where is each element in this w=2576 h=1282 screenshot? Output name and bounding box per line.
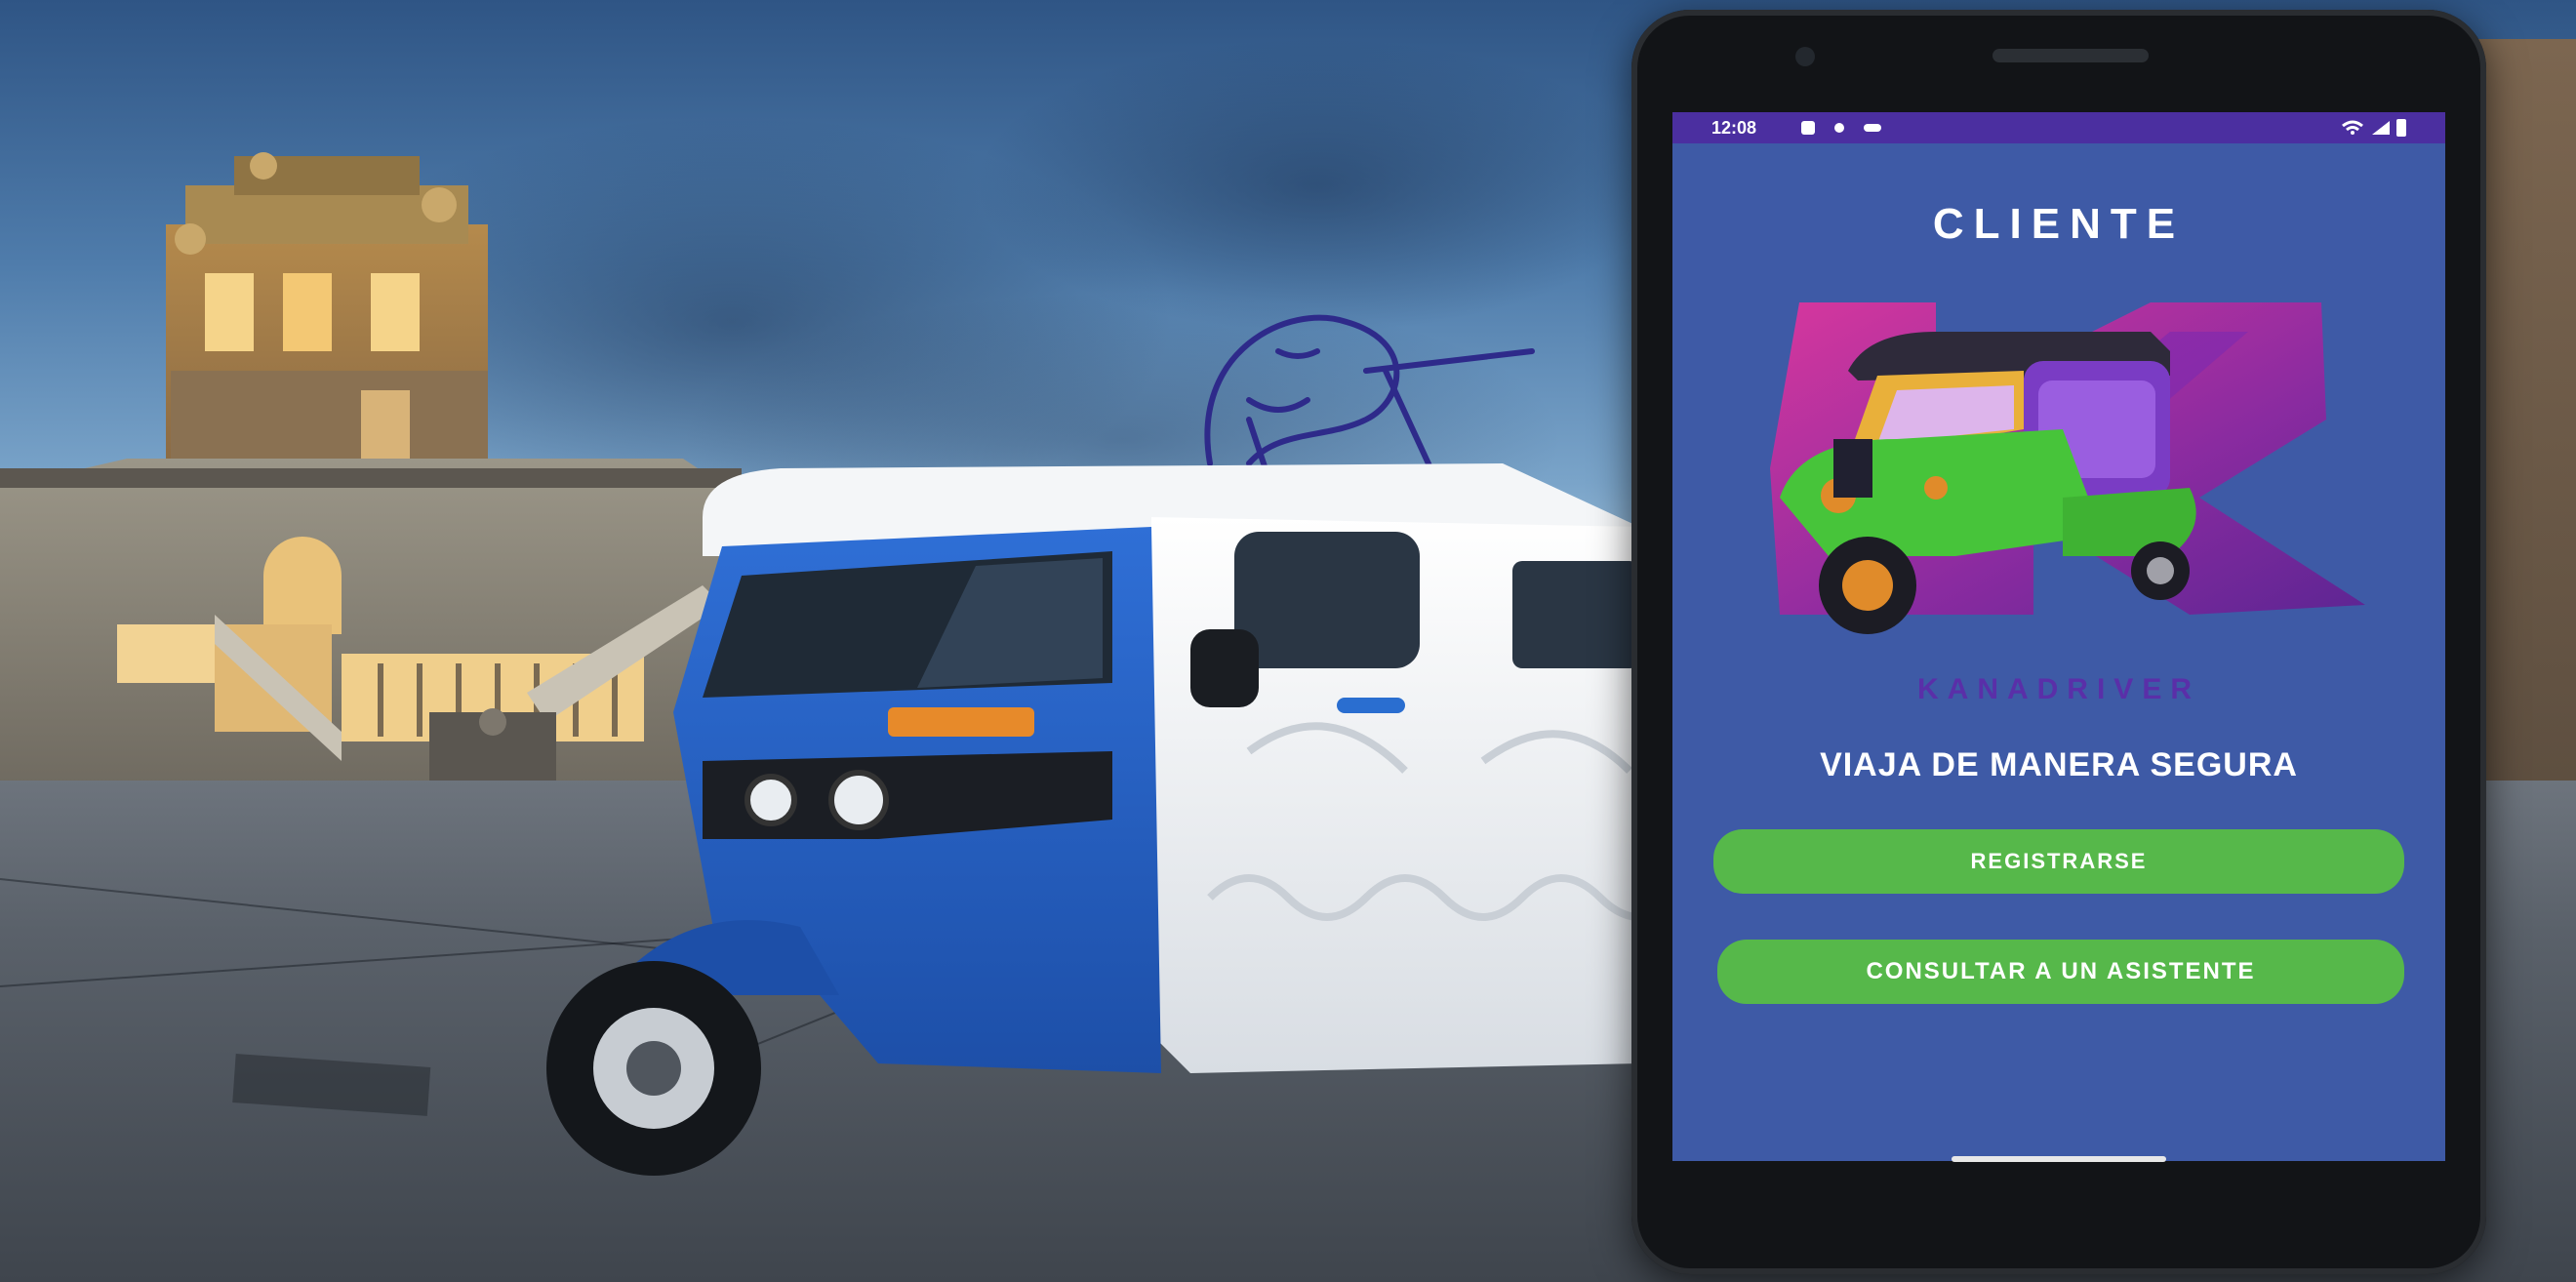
tagline: VIAJA DE MANERA SEGURA [1820,746,2298,783]
logo-text: KANADRIVER [1916,673,2200,705]
battery-icon [2396,119,2406,137]
app-screen: 12:08 CLIENTE KANADRIVER VIAJA DE MANERA… [1672,112,2445,1161]
mototaxi-logo-icon [1770,302,2365,634]
register-button[interactable]: REGISTRARSE [1713,829,2404,894]
notification-icon [1801,121,1815,135]
mototaxi-vehicle [546,314,1639,1176]
front-camera-icon [1795,47,1815,66]
phone-earpiece [1992,49,2149,62]
screen-title: CLIENTE [1932,200,2186,248]
wifi-icon [2342,120,2363,135]
phone-mockup: 12:08 CLIENTE KANADRIVER VIAJA DE MANERA… [1631,10,2486,1274]
signal-icon [2372,121,2390,135]
home-indicator[interactable] [1952,1156,2166,1162]
status-bar: 12:08 [1672,112,2445,143]
notification-icon [1864,124,1881,132]
consult-assistant-button[interactable]: CONSULTAR A UN ASISTENTE [1717,940,2404,1004]
cloud [976,39,1659,332]
notification-icon [1834,123,1844,133]
status-time: 12:08 [1711,118,1757,138]
right-building [2478,39,2576,878]
